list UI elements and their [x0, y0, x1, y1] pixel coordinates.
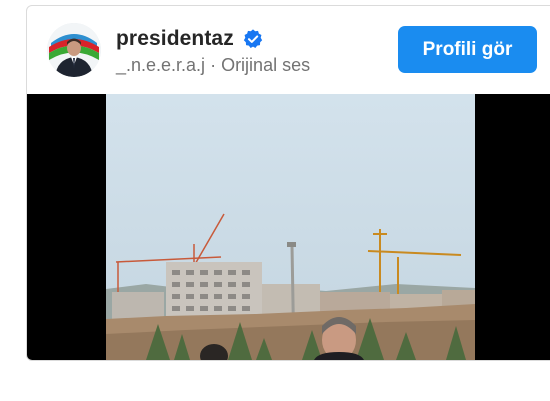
post-header: presidentaz _.n.e.e.r.a.j · Orijinal ses… [27, 6, 550, 94]
audio-info: _.n.e.e.r.a.j · Orijinal ses [116, 55, 310, 76]
avatar[interactable] [47, 23, 101, 77]
audio-author[interactable]: _.n.e.e.r.a.j [116, 55, 205, 75]
verified-badge-icon [243, 29, 263, 48]
post-card: presidentaz _.n.e.e.r.a.j · Orijinal ses… [26, 5, 550, 361]
view-profile-button[interactable]: Profili gör [398, 26, 537, 73]
video-frame [106, 94, 475, 360]
audio-label[interactable]: Orijinal ses [221, 55, 310, 75]
video-player[interactable] [27, 94, 550, 360]
audio-separator: · [205, 55, 222, 75]
avatar-image [47, 23, 101, 77]
username[interactable]: presidentaz [116, 27, 234, 51]
